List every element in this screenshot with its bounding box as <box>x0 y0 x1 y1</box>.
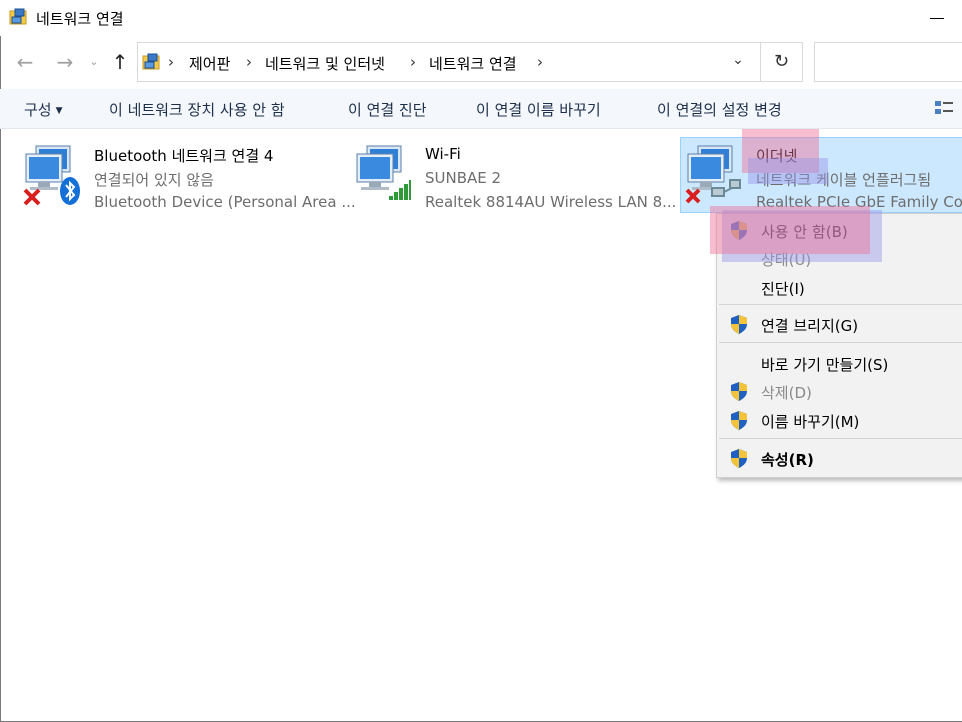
disable-device-button[interactable]: 이 네트워크 장치 사용 안 함 <box>109 99 285 120</box>
bluetooth-icon <box>60 177 80 205</box>
connection-device: Realtek 8814AU Wireless LAN 8... <box>425 193 677 211</box>
menu-item-label: 속성(R) <box>761 451 814 469</box>
breadcrumb-network-internet[interactable]: 네트워크 및 인터넷 <box>265 53 385 74</box>
breadcrumb-control-panel[interactable]: 제어판 <box>189 53 230 74</box>
view-options-icon[interactable] <box>933 98 955 120</box>
menu-item-rename[interactable]: 이름 바꾸기(M) <box>717 406 962 434</box>
menu-item-bridge[interactable]: 연결 브리지(G) <box>717 310 962 338</box>
annotation-highlight <box>710 206 870 254</box>
chevron-down-icon[interactable]: ⌄ <box>726 52 750 74</box>
menu-item-delete[interactable]: 삭제(D) <box>717 377 962 405</box>
window-title: 네트워크 연결 <box>36 10 124 28</box>
control-panel-icon <box>142 53 160 70</box>
organize-button[interactable]: 구성 ▼ <box>24 99 63 120</box>
signal-bars-icon <box>389 180 411 200</box>
menu-separator <box>719 304 962 305</box>
connection-name: Wi-Fi <box>425 145 461 163</box>
organize-label: 구성 <box>24 101 52 119</box>
breadcrumb-network-connections[interactable]: 네트워크 연결 <box>429 53 517 74</box>
search-input[interactable] <box>814 42 962 82</box>
network-monitor-icon <box>356 145 411 200</box>
dropdown-arrow-icon: ▼ <box>55 106 63 116</box>
disconnected-x-icon <box>23 188 41 206</box>
connection-status: 연결되어 있지 않음 <box>94 171 214 189</box>
breadcrumb-separator-icon[interactable]: › <box>410 53 416 71</box>
menu-item-label: 연결 브리지(G) <box>761 317 859 335</box>
menu-item-properties[interactable]: 속성(R) <box>717 444 962 472</box>
uac-shield-icon <box>731 449 747 468</box>
breadcrumb-separator-icon[interactable]: › <box>246 53 252 71</box>
address-bar[interactable]: › 제어판 › 네트워크 및 인터넷 › 네트워크 연결 › ⌄ <box>137 42 761 82</box>
change-settings-button[interactable]: 이 연결의 설정 변경 <box>657 99 782 120</box>
refresh-button[interactable]: ↻ <box>761 42 803 82</box>
menu-separator <box>719 342 962 343</box>
minimize-button[interactable] <box>920 0 960 36</box>
menu-item-create-shortcut[interactable]: 바로 가기 만들기(S) <box>717 349 962 377</box>
back-arrow-icon[interactable]: ← <box>12 44 38 80</box>
forward-arrow-icon[interactable]: → <box>52 44 78 80</box>
connection-status: SUNBAE 2 <box>425 169 502 187</box>
up-arrow-icon[interactable]: ↑ <box>107 44 133 80</box>
annotation-highlight <box>748 158 828 184</box>
menu-item-diagnose[interactable]: 진단(I) <box>717 273 962 301</box>
menu-item-label: 바로 가기 만들기(S) <box>761 356 889 374</box>
diagnose-button[interactable]: 이 연결 진단 <box>348 99 427 120</box>
connection-item-bluetooth[interactable]: Bluetooth 네트워크 연결 4 연결되어 있지 않음 Bluetooth… <box>22 142 356 216</box>
disconnected-x-icon <box>685 188 701 204</box>
recent-locations-chevron-icon[interactable]: ⌄ <box>84 44 104 80</box>
menu-item-label: 진단(I) <box>761 280 805 298</box>
network-folder-icon <box>9 8 27 25</box>
uac-shield-icon <box>731 315 747 334</box>
menu-item-label: 이름 바꾸기(M) <box>761 413 860 431</box>
connection-device: Bluetooth Device (Personal Area ... <box>94 193 356 211</box>
uac-shield-icon <box>731 382 747 401</box>
command-bar: 구성 ▼ 이 네트워크 장치 사용 안 함 이 연결 진단 이 연결 이름 바꾸기… <box>0 89 962 129</box>
breadcrumb-separator-icon[interactable]: › <box>537 53 543 71</box>
connection-item-wifi[interactable]: Wi-Fi SUNBAE 2 Realtek 8814AU Wireless L… <box>353 142 677 216</box>
connection-name: Bluetooth 네트워크 연결 4 <box>94 147 274 165</box>
uac-shield-icon <box>731 411 747 430</box>
rename-button[interactable]: 이 연결 이름 바꾸기 <box>476 99 601 120</box>
breadcrumb-separator-icon[interactable]: › <box>168 53 174 71</box>
network-monitor-icon <box>685 145 741 204</box>
menu-item-label: 삭제(D) <box>761 384 812 402</box>
title-bar: 네트워크 연결 <box>0 0 962 36</box>
menu-separator <box>719 438 962 439</box>
network-monitor-icon <box>23 145 80 206</box>
